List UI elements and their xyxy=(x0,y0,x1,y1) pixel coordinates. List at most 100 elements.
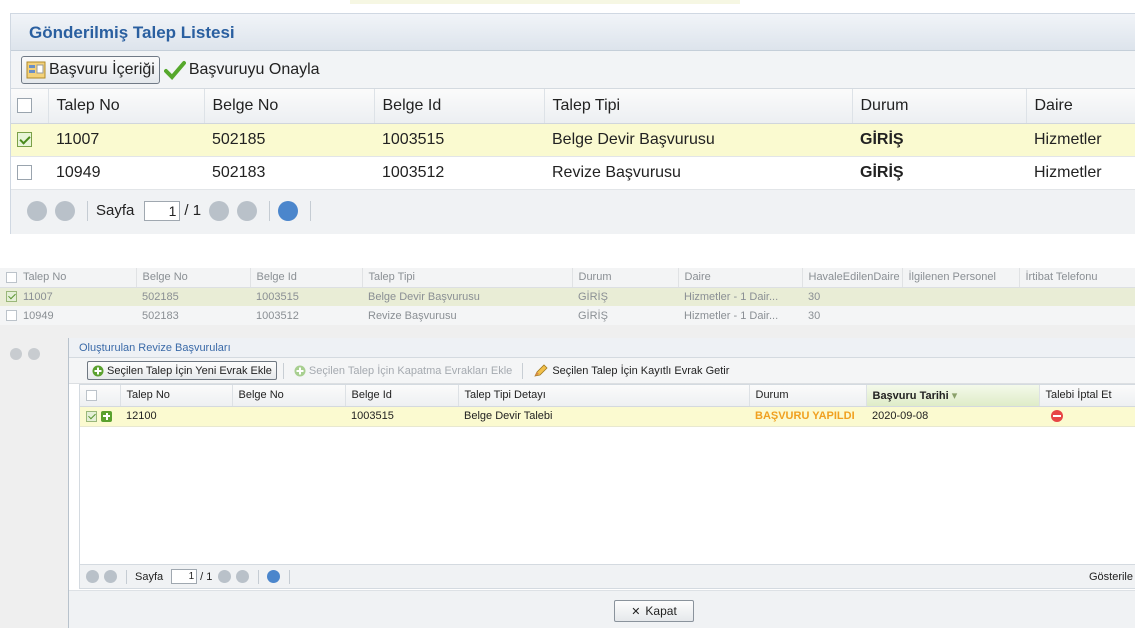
cancel-request-icon[interactable] xyxy=(1051,410,1063,423)
background-grid-header: Talep No Belge No Belge Id Talep Tipi Du… xyxy=(0,268,1135,288)
column-header-belge-id[interactable]: Belge Id xyxy=(374,89,545,124)
bg-column-header: Belge Id xyxy=(250,268,363,288)
last-page-icon[interactable] xyxy=(237,200,258,221)
previous-page-icon[interactable] xyxy=(55,200,75,221)
revision-applications-dialog: Oluşturulan Revize Başvuruları Seçilen T… xyxy=(68,338,1135,628)
get-saved-document-label: Seçilen Talep İçin Kayıtlı Evrak Getir xyxy=(552,364,730,377)
column-header-talep-no[interactable]: Talep No xyxy=(120,385,233,407)
column-header-durum[interactable]: Durum xyxy=(852,89,1027,124)
pager-separator xyxy=(269,200,271,221)
bg-column-header: İlgilenen Personel xyxy=(902,268,1020,288)
column-header-talep-tipi[interactable]: Talep Tipi xyxy=(544,89,853,124)
row-checkbox-cell[interactable] xyxy=(11,156,48,190)
toolbar-separator xyxy=(522,362,524,379)
close-label: Kapat xyxy=(645,604,677,618)
bg-cell-havale: 30 xyxy=(802,287,902,306)
bg-cell-empty xyxy=(1019,306,1135,325)
table-row[interactable]: 12100 1003515 Belge Devir Talebi BAŞVURU… xyxy=(80,406,1135,427)
bg-cell-daire: Hizmetler - 1 Dair... xyxy=(678,287,802,306)
revision-applications-grid-container: Talep No Belge No Belge Id Talep Tipi De… xyxy=(79,384,1135,565)
column-header-belge-no[interactable]: Belge No xyxy=(232,385,346,407)
column-header-daire[interactable]: Daire xyxy=(1026,89,1135,124)
last-page-icon[interactable] xyxy=(236,570,250,583)
add-new-document-button[interactable]: Seçilen Talep İçin Yeni Evrak Ekle xyxy=(87,361,277,380)
grid-header: Talep No Belge No Belge Id Talep Tipi Du… xyxy=(11,89,1135,124)
top-strip xyxy=(350,0,740,4)
get-saved-document-button[interactable]: Seçilen Talep İçin Kayıtlı Evrak Getir xyxy=(529,361,733,380)
close-button[interactable]: ✕ Kapat xyxy=(614,600,694,622)
cell-talep-tipi: Revize Başvurusu xyxy=(544,156,852,190)
cell-belge-no: 502185 xyxy=(204,123,374,157)
column-header-belge-no[interactable]: Belge No xyxy=(204,89,375,124)
pager-separator xyxy=(87,200,88,221)
add-closing-documents-label: Seçilen Talep İçin Kapatma Evrakları Ekl… xyxy=(308,364,513,377)
next-page-icon[interactable] xyxy=(209,200,230,221)
column-header-basvuru-tarihi[interactable]: Başvuru Tarihi ▾ xyxy=(866,385,1040,407)
previous-page-icon[interactable] xyxy=(104,570,117,583)
cell-belge-id: 1003512 xyxy=(374,156,544,190)
row-checkbox[interactable] xyxy=(17,131,32,147)
cell-durum: GİRİŞ xyxy=(852,156,1026,190)
bg-cell-durum: GİRİŞ xyxy=(572,287,678,306)
bg-cell-belge-no: 502185 xyxy=(136,287,250,306)
bg-cell-durum: GİRİŞ xyxy=(572,306,678,325)
row-checkbox-cell[interactable] xyxy=(80,406,120,427)
refresh-icon[interactable] xyxy=(278,200,299,221)
dialog-footer: ✕ Kapat xyxy=(69,590,1135,628)
revision-applications-grid: Talep No Belge No Belge Id Talep Tipi De… xyxy=(80,385,1135,427)
page-number-input[interactable]: 1 xyxy=(144,200,181,221)
cell-daire: Hizmetler xyxy=(1026,123,1135,157)
column-header-talep-tipi-detayi[interactable]: Talep Tipi Detayı xyxy=(458,385,750,407)
background-pager xyxy=(10,348,46,360)
bg-select-all-checkbox xyxy=(6,271,17,283)
bg-cell-talep-tipi: Belge Devir Başvurusu xyxy=(362,287,572,306)
cell-cancel[interactable] xyxy=(1039,406,1135,427)
cell-belge-id: 1003515 xyxy=(374,123,544,157)
cell-belge-no xyxy=(232,406,345,427)
select-all-cell[interactable] xyxy=(80,385,121,407)
panel-title: Gönderilmiş Talep Listesi xyxy=(11,14,1135,51)
pager-separator xyxy=(289,569,291,584)
add-closing-documents-button[interactable]: Seçilen Talep İçin Kapatma Evrakları Ekl… xyxy=(290,361,516,380)
cell-basvuru-tarihi: 2020-09-08 xyxy=(866,406,1039,427)
column-header-talebi-iptal-et[interactable]: Talebi İptal Et xyxy=(1039,385,1135,407)
bg-column-header: Daire xyxy=(678,268,803,288)
page-total: / 1 xyxy=(200,570,213,583)
row-checkbox[interactable] xyxy=(17,164,32,180)
approve-application-button[interactable]: Başvuruyu Onayla xyxy=(160,56,324,84)
table-row[interactable]: 11007 502185 1003515 Belge Devir Başvuru… xyxy=(11,123,1135,157)
application-content-label: Başvuru İçeriği xyxy=(49,60,155,78)
select-all-checkbox[interactable] xyxy=(17,98,32,114)
document-list-icon xyxy=(26,61,46,78)
bg-column-header: İrtibat Telefonu xyxy=(1019,268,1135,288)
next-page-icon[interactable] xyxy=(218,570,232,583)
first-page-icon[interactable] xyxy=(86,570,99,583)
add-circle-icon xyxy=(294,365,306,376)
row-checkbox-cell[interactable] xyxy=(11,123,48,157)
page-label: Sayfa xyxy=(96,202,135,219)
first-page-icon[interactable] xyxy=(27,200,47,221)
column-header-belge-id[interactable]: Belge Id xyxy=(345,385,459,407)
select-all-checkbox[interactable] xyxy=(86,389,97,401)
bg-cell-belge-no: 502183 xyxy=(136,306,250,325)
add-circle-icon xyxy=(92,365,104,376)
background-grid: Talep No Belge No Belge Id Talep Tipi Du… xyxy=(0,268,1135,325)
application-content-button[interactable]: Başvuru İçeriği xyxy=(21,55,160,84)
cell-talep-tipi-detayi: Belge Devir Talebi xyxy=(458,406,749,427)
toolbar-separator xyxy=(282,362,284,379)
sent-requests-grid: Talep No Belge No Belge Id Talep Tipi Du… xyxy=(11,89,1135,190)
row-checkbox[interactable] xyxy=(86,410,97,422)
table-row[interactable]: 10949 502183 1003512 Revize Başvurusu Gİ… xyxy=(11,156,1135,190)
refresh-icon[interactable] xyxy=(267,570,281,583)
page-number-input[interactable]: 1 xyxy=(171,569,198,584)
column-header-talep-no[interactable]: Talep No xyxy=(48,89,205,124)
cell-durum: BAŞVURU YAPILDI xyxy=(749,406,866,427)
cell-belge-id: 1003515 xyxy=(345,406,458,427)
cell-belge-no: 502183 xyxy=(204,156,374,190)
bg-cell-belge-id: 1003512 xyxy=(250,306,362,325)
expand-row-icon[interactable] xyxy=(101,410,112,422)
bg-cell-empty xyxy=(1019,287,1135,306)
column-header-durum[interactable]: Durum xyxy=(749,385,867,407)
select-all-cell[interactable] xyxy=(11,89,49,124)
bg-cell-empty xyxy=(902,287,1019,306)
